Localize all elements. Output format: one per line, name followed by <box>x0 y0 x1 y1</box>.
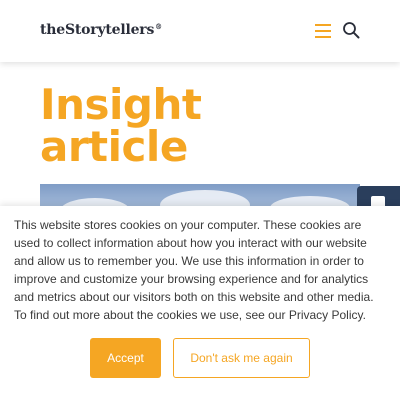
cookie-text: This website stores cookies on your comp… <box>14 218 374 322</box>
site-logo[interactable]: theStorytellers® <box>40 22 162 38</box>
title-line-2: article <box>40 122 188 171</box>
site-header: theStorytellers® <box>0 0 400 62</box>
accept-button[interactable]: Accept <box>90 338 161 378</box>
logo-text: theStorytellers <box>40 22 155 38</box>
hamburger-icon[interactable] <box>315 24 331 38</box>
dont-ask-again-button[interactable]: Don't ask me again <box>173 338 310 378</box>
search-icon[interactable] <box>342 21 360 39</box>
logo-trademark: ® <box>155 22 162 31</box>
page-title: Insight article <box>40 84 202 171</box>
cookie-banner: This website stores cookies on your comp… <box>0 206 400 400</box>
